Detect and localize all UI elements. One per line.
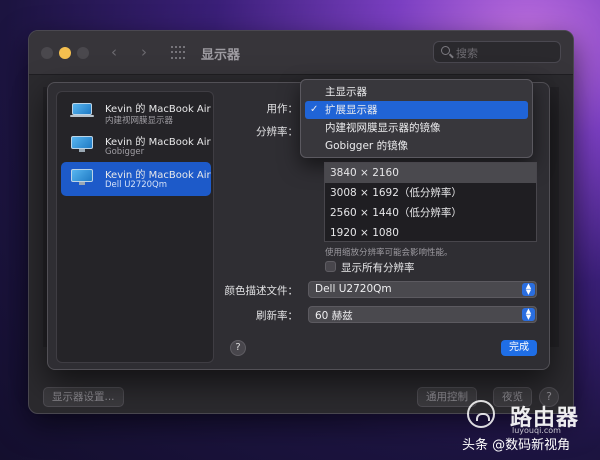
search-icon — [441, 46, 450, 55]
laptop-icon — [70, 103, 94, 118]
menu-item-label: 主显示器 — [325, 86, 367, 98]
zoom-button[interactable] — [77, 47, 89, 59]
refresh-rate-value: 60 赫兹 — [315, 310, 353, 322]
color-profile-value: Dell U2720Qm — [315, 283, 392, 295]
checkmark-icon: ✓ — [310, 104, 319, 115]
menu-item-extended-display[interactable]: ✓ 扩展显示器 — [305, 101, 528, 119]
universal-control-button[interactable]: 通用控制 — [417, 387, 477, 407]
display-name: Kevin 的 MacBook Air — [105, 137, 211, 148]
minimize-button[interactable] — [59, 47, 71, 59]
display-name: Kevin 的 MacBook Air — [105, 170, 211, 181]
use-as-label: 用作： — [266, 103, 299, 115]
resolution-label: 分辨率： — [256, 126, 298, 138]
back-chevron-icon[interactable]: ‹ — [111, 43, 117, 61]
menu-item-mirror-gobigger[interactable]: Gobigger 的镜像 — [305, 137, 528, 155]
display-subtitle: Gobigger — [105, 147, 145, 157]
title-bar: ‹ › 显示器 搜索 — [29, 31, 573, 75]
resolution-option[interactable]: 2560 × 1440（低分辨率） — [325, 203, 536, 223]
show-all-grid-icon[interactable] — [171, 46, 185, 60]
menu-item-label: 内建视网膜显示器的镜像 — [325, 122, 441, 134]
display-item-dell[interactable]: Kevin 的 MacBook Air Dell U2720Qm — [61, 162, 211, 196]
display-item-builtin[interactable]: Kevin 的 MacBook Air 内建视网膜显示器 — [61, 96, 211, 130]
resolution-option[interactable]: 3008 × 1692（低分辨率） — [325, 183, 536, 203]
updown-chevron-icon: ▲ ▼ — [522, 283, 535, 296]
watermark-credit: 头条 @数码新视角 — [462, 438, 571, 453]
menu-item-label: 扩展显示器 — [325, 104, 378, 116]
router-logo-icon — [467, 400, 495, 428]
scaled-resolution-note: 使用缩放分辨率可能会影响性能。 — [325, 248, 453, 258]
window-title: 显示器 — [201, 48, 241, 63]
updown-chevron-icon: ▲ ▼ — [522, 308, 535, 321]
menu-item-main-display[interactable]: 主显示器 — [305, 83, 528, 101]
done-button[interactable]: 完成 — [501, 340, 537, 356]
show-all-resolutions-checkbox[interactable] — [325, 261, 336, 272]
resolution-list: 3840 × 2160 3008 × 1692（低分辨率） 2560 × 144… — [324, 162, 537, 242]
display-name: Kevin 的 MacBook Air — [105, 104, 211, 115]
resolution-option[interactable]: 3840 × 2160 — [325, 163, 536, 183]
refresh-rate-popup[interactable]: 60 赫兹 ▲ ▼ — [308, 306, 537, 323]
help-button[interactable]: ? — [230, 340, 246, 356]
search-placeholder: 搜索 — [456, 47, 478, 60]
search-field[interactable]: 搜索 — [433, 41, 561, 63]
close-button[interactable] — [41, 47, 53, 59]
display-subtitle: 内建视网膜显示器 — [105, 116, 174, 126]
menu-item-label: Gobigger 的镜像 — [325, 140, 409, 152]
display-list: Kevin 的 MacBook Air 内建视网膜显示器 Kevin 的 Mac… — [56, 91, 214, 363]
display-item-gobigger[interactable]: Kevin 的 MacBook Air Gobigger — [61, 129, 211, 163]
forward-chevron-icon[interactable]: › — [141, 43, 147, 61]
monitor-icon — [71, 169, 93, 185]
menu-item-mirror-builtin[interactable]: 内建视网膜显示器的镜像 — [305, 119, 528, 137]
refresh-rate-label: 刷新率： — [256, 310, 298, 322]
monitor-icon — [71, 136, 93, 152]
color-profile-popup[interactable]: Dell U2720Qm ▲ ▼ — [308, 281, 537, 298]
display-settings-button[interactable]: 显示器设置... — [43, 387, 124, 407]
resolution-option[interactable]: 1920 × 1080 — [325, 223, 536, 243]
color-profile-label: 颜色描述文件： — [224, 285, 299, 297]
use-as-dropdown-menu: 主显示器 ✓ 扩展显示器 内建视网膜显示器的镜像 Gobigger 的镜像 — [300, 79, 533, 158]
show-all-resolutions-label: 显示所有分辨率 — [341, 262, 415, 274]
display-subtitle: Dell U2720Qm — [105, 180, 168, 190]
